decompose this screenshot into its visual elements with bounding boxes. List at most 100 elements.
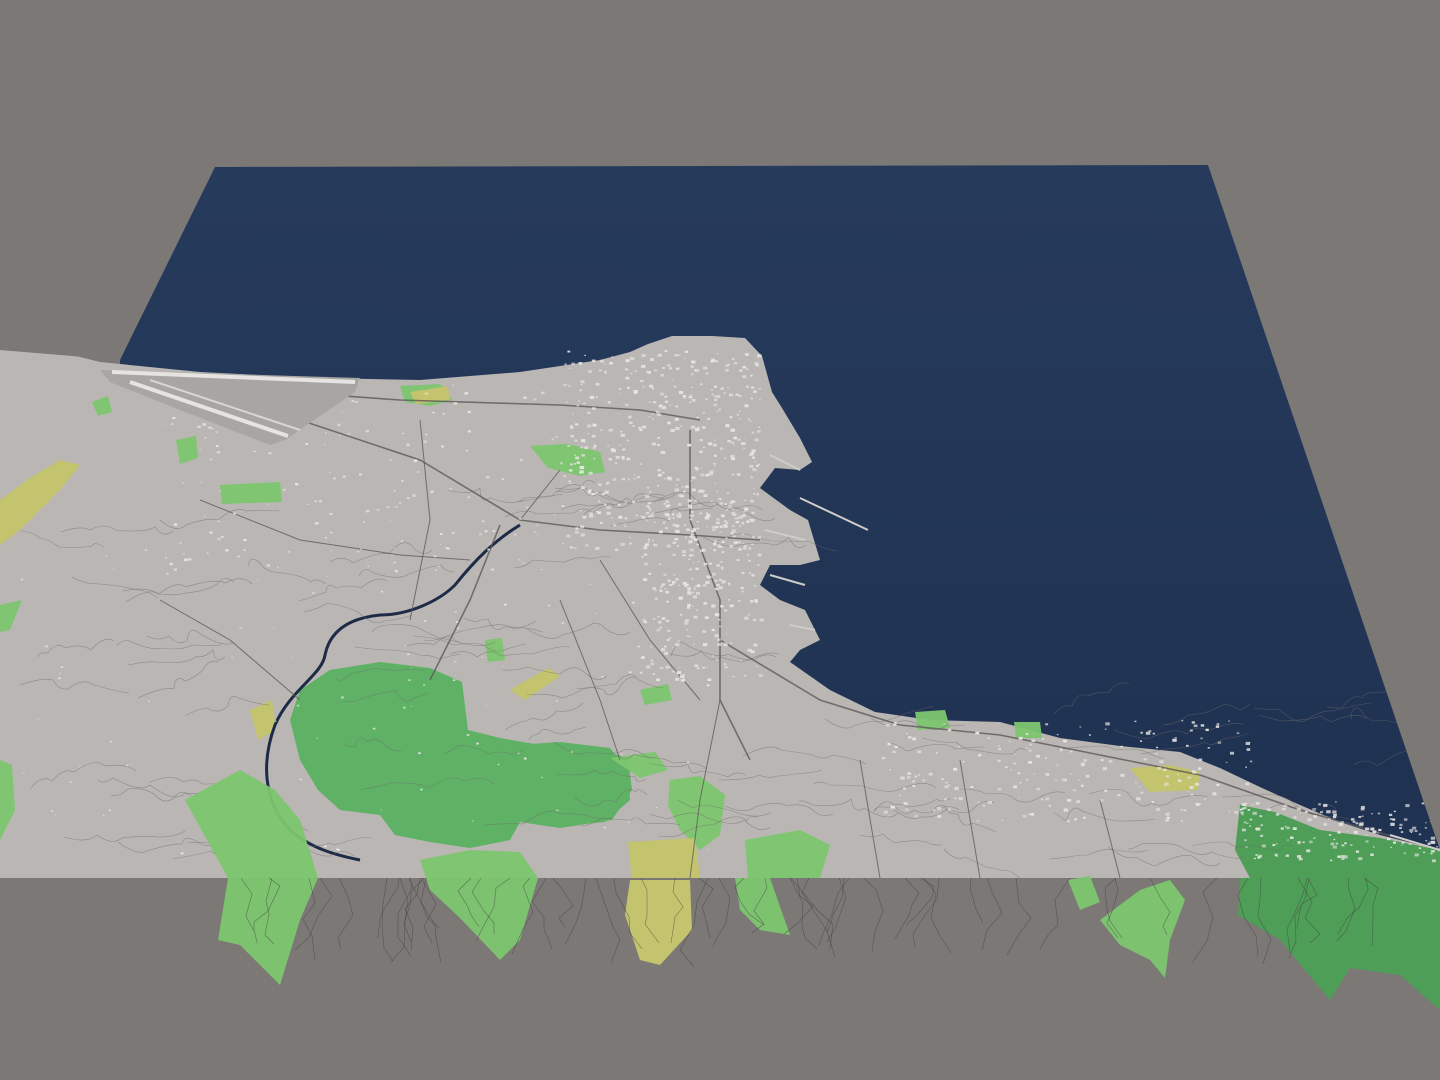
building	[650, 662, 655, 666]
building	[739, 410, 741, 412]
building	[1337, 855, 1341, 858]
building	[883, 810, 888, 814]
building	[625, 359, 630, 363]
building	[455, 621, 459, 623]
building	[733, 541, 738, 545]
building	[646, 665, 651, 669]
building	[714, 482, 717, 484]
building	[658, 530, 663, 534]
building	[1022, 814, 1027, 818]
building	[688, 543, 690, 545]
building	[1292, 827, 1297, 830]
building	[502, 665, 504, 667]
building	[1069, 773, 1072, 775]
building	[1414, 853, 1419, 857]
building	[678, 494, 682, 497]
building	[603, 826, 606, 829]
building	[165, 557, 168, 559]
building	[749, 464, 754, 468]
building	[752, 618, 757, 622]
building	[1029, 743, 1032, 746]
building	[723, 663, 727, 666]
building	[1031, 739, 1036, 743]
building	[737, 600, 741, 602]
building	[329, 512, 333, 515]
building	[102, 814, 105, 816]
building	[1165, 819, 1169, 822]
building	[184, 558, 188, 562]
building	[1048, 805, 1051, 807]
building	[595, 546, 600, 550]
building	[1338, 823, 1344, 827]
building	[1259, 815, 1263, 818]
building	[689, 514, 694, 518]
building	[1195, 803, 1200, 806]
building	[439, 533, 443, 535]
building	[652, 401, 657, 404]
building	[1392, 818, 1396, 821]
building	[1341, 844, 1345, 847]
building	[705, 581, 710, 585]
building	[711, 572, 716, 576]
building	[593, 458, 596, 460]
building	[740, 586, 744, 590]
building	[492, 507, 494, 509]
building	[591, 434, 596, 438]
building	[593, 444, 597, 447]
building	[987, 801, 992, 804]
building	[654, 521, 656, 523]
building	[1217, 741, 1222, 744]
building	[741, 590, 744, 593]
building	[1100, 799, 1104, 802]
building	[407, 653, 410, 655]
building	[661, 583, 665, 586]
building	[1365, 827, 1370, 831]
building	[704, 616, 709, 619]
building	[649, 509, 652, 512]
building	[587, 433, 590, 435]
building	[702, 584, 707, 587]
building	[1249, 818, 1253, 821]
building	[1426, 802, 1429, 805]
building	[1214, 794, 1217, 796]
map-viewport[interactable]	[0, 0, 1440, 1080]
building	[588, 370, 592, 373]
building	[491, 568, 495, 571]
building	[1013, 762, 1016, 765]
building	[1389, 818, 1393, 820]
building	[1245, 846, 1248, 848]
building	[617, 503, 621, 506]
building	[619, 753, 623, 756]
building	[360, 548, 362, 550]
building	[731, 457, 735, 461]
building	[723, 392, 726, 394]
building	[687, 606, 691, 609]
building	[486, 476, 490, 479]
building	[1193, 724, 1198, 728]
building	[1234, 810, 1239, 814]
building	[164, 424, 167, 426]
building	[1393, 841, 1396, 844]
building	[997, 759, 1001, 763]
building	[656, 678, 660, 682]
building	[1180, 820, 1183, 822]
building	[563, 475, 566, 477]
building	[678, 640, 680, 642]
building	[206, 552, 209, 554]
building	[1100, 759, 1104, 761]
building	[684, 350, 688, 353]
building	[324, 537, 328, 539]
building	[750, 650, 755, 654]
map-scene[interactable]	[0, 0, 1440, 1080]
building	[682, 395, 686, 397]
building	[1172, 738, 1177, 742]
building	[541, 776, 543, 778]
building	[569, 469, 573, 472]
building	[947, 784, 951, 787]
building	[1163, 785, 1166, 787]
building	[561, 622, 564, 624]
building	[540, 391, 545, 395]
building	[664, 477, 666, 480]
building	[714, 398, 718, 401]
building	[662, 471, 665, 474]
